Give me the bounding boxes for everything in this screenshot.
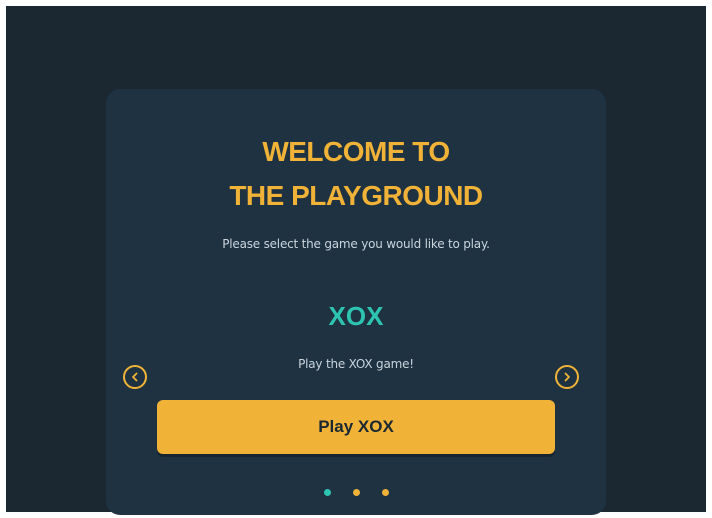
play-game-button[interactable]: Play XOX [157, 400, 555, 454]
carousel-dot-3[interactable] [381, 489, 389, 496]
chevron-right-icon [564, 372, 570, 382]
carousel-pagination [106, 489, 606, 496]
chevron-left-icon [132, 372, 138, 382]
carousel-prev-button[interactable] [123, 365, 147, 389]
welcome-title-line2: THE PLAYGROUND [229, 180, 483, 211]
game-title: XOX [328, 301, 384, 331]
carousel-next-button[interactable] [555, 365, 579, 389]
carousel-dot-1[interactable] [323, 489, 331, 496]
app-screen: WELCOME TO THE PLAYGROUND Please select … [6, 6, 706, 515]
game-description: Play the XOX game! [298, 357, 414, 371]
carousel-dot-2[interactable] [352, 489, 360, 496]
welcome-card: WELCOME TO THE PLAYGROUND Please select … [106, 89, 606, 515]
welcome-title-line1: WELCOME TO [262, 136, 450, 167]
welcome-subtitle: Please select the game you would like to… [222, 237, 490, 251]
